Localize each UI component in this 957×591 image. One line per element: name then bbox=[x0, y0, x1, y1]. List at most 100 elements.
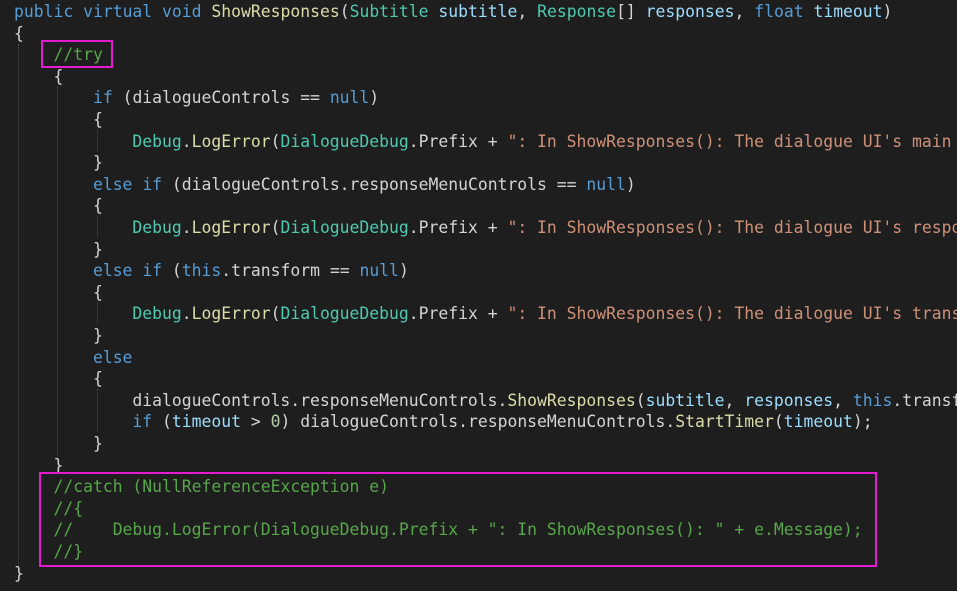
plain-token: dialogueControls.responseMenuControls. bbox=[14, 390, 508, 410]
code-line[interactable]: else if (dialogueControls.responseMenuCo… bbox=[14, 174, 636, 195]
plain-token: ( bbox=[270, 304, 281, 324]
keyword-token: public bbox=[14, 2, 74, 21]
type-token: Debug bbox=[132, 131, 182, 151]
plain-token: ) bbox=[369, 88, 380, 108]
type-token: Response bbox=[537, 2, 617, 21]
type-token: Debug bbox=[132, 218, 182, 237]
code-line[interactable]: { bbox=[14, 109, 103, 130]
code-line[interactable]: } bbox=[14, 563, 24, 584]
plain-token: [] bbox=[616, 2, 646, 21]
keyword-token: if bbox=[92, 88, 113, 108]
keyword-token: this bbox=[181, 261, 222, 281]
type-token: DialogueDebug bbox=[280, 131, 409, 151]
keyword-token: else bbox=[92, 261, 133, 281]
plain-token: . bbox=[181, 304, 192, 324]
code-line[interactable]: { bbox=[14, 195, 103, 216]
identifier-token: timeout bbox=[813, 2, 883, 21]
plain-token: ( bbox=[773, 412, 784, 432]
code-line[interactable]: else if (this.transform == null) bbox=[14, 260, 409, 281]
keyword-token: virtual bbox=[83, 2, 153, 21]
method-token: StartTimer bbox=[675, 412, 774, 432]
keyword-token: null bbox=[329, 88, 370, 108]
identifier-token: responses bbox=[645, 2, 735, 21]
plain-token: ); bbox=[852, 412, 873, 432]
code-line[interactable]: } bbox=[14, 152, 103, 173]
keyword-token: void bbox=[162, 2, 202, 21]
code-line[interactable]: { bbox=[14, 368, 103, 389]
plain-token: ( bbox=[162, 261, 182, 281]
plain-token: } bbox=[14, 434, 103, 453]
keyword-token: null bbox=[586, 174, 626, 194]
catch-highlight-box bbox=[39, 472, 877, 567]
code-line[interactable]: public virtual void ShowResponses(Subtit… bbox=[14, 1, 892, 22]
plain-token: ( bbox=[152, 412, 172, 432]
plain-token: , bbox=[833, 390, 853, 410]
code-line[interactable]: Debug.LogError(DialogueDebug.Prefix + ":… bbox=[14, 303, 957, 324]
code-line[interactable]: Debug.LogError(DialogueDebug.Prefix + ":… bbox=[14, 217, 957, 238]
type-token: DialogueDebug bbox=[280, 304, 409, 324]
identifier-token: timeout bbox=[783, 412, 853, 432]
plain-token: .Prefix + bbox=[408, 218, 508, 237]
identifier-token: responses bbox=[744, 390, 834, 410]
method-token: LogError bbox=[191, 218, 271, 237]
plain-token: .transform == bbox=[221, 261, 360, 281]
plain-token: } bbox=[14, 153, 103, 173]
keyword-token: this bbox=[852, 390, 893, 410]
plain-token: { bbox=[14, 66, 64, 86]
code-line[interactable]: if (timeout > 0) dialogueControls.respon… bbox=[14, 411, 873, 432]
plain-token: . bbox=[181, 131, 192, 151]
keyword-token: float bbox=[754, 2, 804, 21]
string-token: ": In ShowResponses(): The dialogue UI's… bbox=[507, 218, 957, 237]
method-token: ShowResponses bbox=[211, 2, 340, 21]
method-token: LogError bbox=[191, 304, 271, 324]
number-token: 0 bbox=[270, 412, 281, 432]
plain-token: .Prefix + bbox=[408, 131, 508, 151]
plain-token: . bbox=[181, 218, 192, 237]
plain-token: } bbox=[14, 239, 103, 259]
code-line[interactable]: if (dialogueControls == null) bbox=[14, 87, 379, 108]
code-line[interactable]: { bbox=[14, 282, 103, 303]
code-line[interactable]: } bbox=[14, 433, 103, 454]
string-token: ": In ShowResponses(): The dialogue UI's… bbox=[507, 304, 957, 324]
type-token: DialogueDebug bbox=[280, 218, 409, 237]
plain-token: , bbox=[734, 2, 755, 21]
method-token: LogError bbox=[191, 131, 271, 151]
plain-token: { bbox=[14, 282, 103, 302]
method-token: ShowResponses bbox=[507, 390, 636, 410]
plain-token: ( bbox=[339, 2, 350, 21]
code-line[interactable]: } bbox=[14, 325, 103, 346]
plain-token: ( bbox=[270, 131, 281, 151]
code-line[interactable]: { bbox=[14, 23, 24, 44]
plain-token: { bbox=[14, 369, 103, 389]
code-line[interactable]: Debug.LogError(DialogueDebug.Prefix + ":… bbox=[14, 131, 951, 152]
code-line[interactable]: } bbox=[14, 239, 103, 260]
plain-token: , bbox=[724, 390, 745, 410]
plain-token: .transf bbox=[892, 390, 957, 410]
plain-token: , bbox=[517, 2, 538, 21]
plain-token: .Prefix + bbox=[408, 304, 508, 324]
plain-token: ) bbox=[882, 2, 893, 21]
code-line[interactable]: dialogueControls.responseMenuControls.Sh… bbox=[14, 390, 957, 411]
code-editor[interactable]: public virtual void ShowResponses(Subtit… bbox=[0, 0, 957, 591]
code-line[interactable]: else bbox=[14, 347, 132, 368]
type-token: Debug bbox=[132, 304, 182, 324]
plain-token: ( bbox=[270, 218, 281, 237]
plain-token: ) dialogueControls.responseMenuControls. bbox=[280, 412, 676, 432]
code-line[interactable]: { bbox=[14, 66, 63, 87]
plain-token: { bbox=[14, 196, 103, 216]
keyword-token: else bbox=[92, 174, 133, 194]
identifier-token: subtitle bbox=[645, 390, 725, 410]
try-highlight-box bbox=[41, 40, 113, 68]
plain-token: ( bbox=[635, 390, 646, 410]
plain-token: ) bbox=[625, 174, 636, 194]
plain-token: ) bbox=[398, 261, 409, 281]
